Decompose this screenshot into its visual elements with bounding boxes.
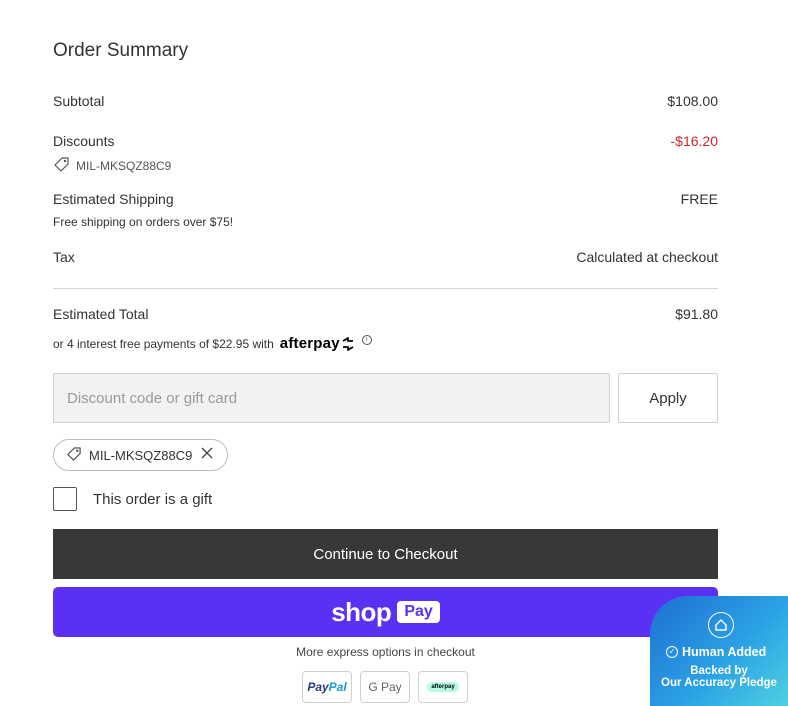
gift-checkbox[interactable]	[53, 487, 77, 511]
discount-code-text: MIL-MKSQZ88C9	[76, 159, 172, 173]
info-icon[interactable]: i	[361, 334, 372, 345]
divider	[53, 288, 718, 289]
page-title: Order Summary	[53, 40, 189, 61]
google-pay-text: G Pay	[368, 680, 402, 694]
gift-option[interactable]: This order is a gift	[53, 487, 212, 511]
accuracy-pledge-badge[interactable]: ✓ Human Added Backed by Our Accuracy Ple…	[650, 596, 788, 706]
discounts-label: Discounts	[53, 133, 115, 149]
tax-label: Tax	[53, 249, 75, 265]
payment-methods: Pay Pal G Pay afterpay	[302, 671, 468, 703]
shop-pay-button[interactable]: shop Pay	[53, 587, 718, 637]
paypal-text-b: Pal	[328, 680, 347, 694]
applied-code-chip: MIL-MKSQZ88C9	[53, 439, 229, 471]
afterpay-arrows-icon	[342, 336, 354, 351]
check-circle-icon: ✓	[666, 646, 678, 658]
applied-discount-code: MIL-MKSQZ88C9	[53, 156, 171, 176]
total-label: Estimated Total	[53, 306, 149, 322]
afterpay-logo-text: afterpay	[279, 335, 340, 352]
google-pay-icon: G Pay	[360, 671, 410, 703]
tax-row: Tax Calculated at checkout	[53, 249, 718, 265]
subtotal-value: $108.00	[667, 93, 718, 109]
shop-pay-logo-text: shop	[331, 596, 392, 627]
subtotal-row: Subtotal $108.00	[53, 93, 718, 109]
badge-title: ✓ Human Added	[666, 645, 766, 659]
shop-pay-pill: Pay	[397, 601, 440, 623]
discount-code-input[interactable]	[53, 373, 610, 423]
paypal-icon: Pay Pal	[302, 671, 352, 703]
total-value: $91.80	[675, 306, 718, 322]
afterpay-text: or 4 interest free payments of $22.95 wi…	[53, 336, 274, 351]
paypal-text-a: Pay	[307, 680, 329, 694]
continue-to-checkout-button[interactable]: Continue to Checkout	[53, 529, 718, 579]
badge-title-text: Human Added	[682, 645, 767, 659]
shipping-label: Estimated Shipping	[53, 191, 174, 207]
tax-value: Calculated at checkout	[576, 249, 718, 265]
discounts-value: -$16.20	[670, 133, 718, 149]
total-row: Estimated Total $91.80	[53, 306, 718, 322]
gift-label: This order is a gift	[93, 490, 213, 508]
afterpay-icon: afterpay	[418, 671, 468, 703]
badge-line-2: Our Accuracy Pledge	[661, 677, 777, 689]
badge-line-1: Backed by	[690, 665, 748, 677]
remove-code-icon[interactable]	[201, 447, 213, 463]
tag-icon	[53, 156, 70, 176]
afterpay-logo: afterpay	[280, 335, 356, 352]
discounts-row: Discounts -$16.20	[53, 133, 718, 149]
afterpay-badge-text: afterpay	[427, 682, 459, 692]
express-options-text: More express options in checkout	[296, 645, 475, 659]
afterpay-message: or 4 interest free payments of $22.95 wi…	[53, 334, 372, 352]
shipping-value: FREE	[680, 191, 718, 207]
tag-icon	[66, 446, 82, 465]
home-shield-icon	[708, 612, 734, 638]
apply-button[interactable]: Apply	[618, 373, 718, 423]
subtotal-label: Subtotal	[53, 93, 105, 109]
shipping-row: Estimated Shipping FREE	[53, 191, 718, 207]
applied-code-text: MIL-MKSQZ88C9	[89, 447, 193, 463]
shipping-note: Free shipping on orders over $75!	[53, 215, 234, 229]
